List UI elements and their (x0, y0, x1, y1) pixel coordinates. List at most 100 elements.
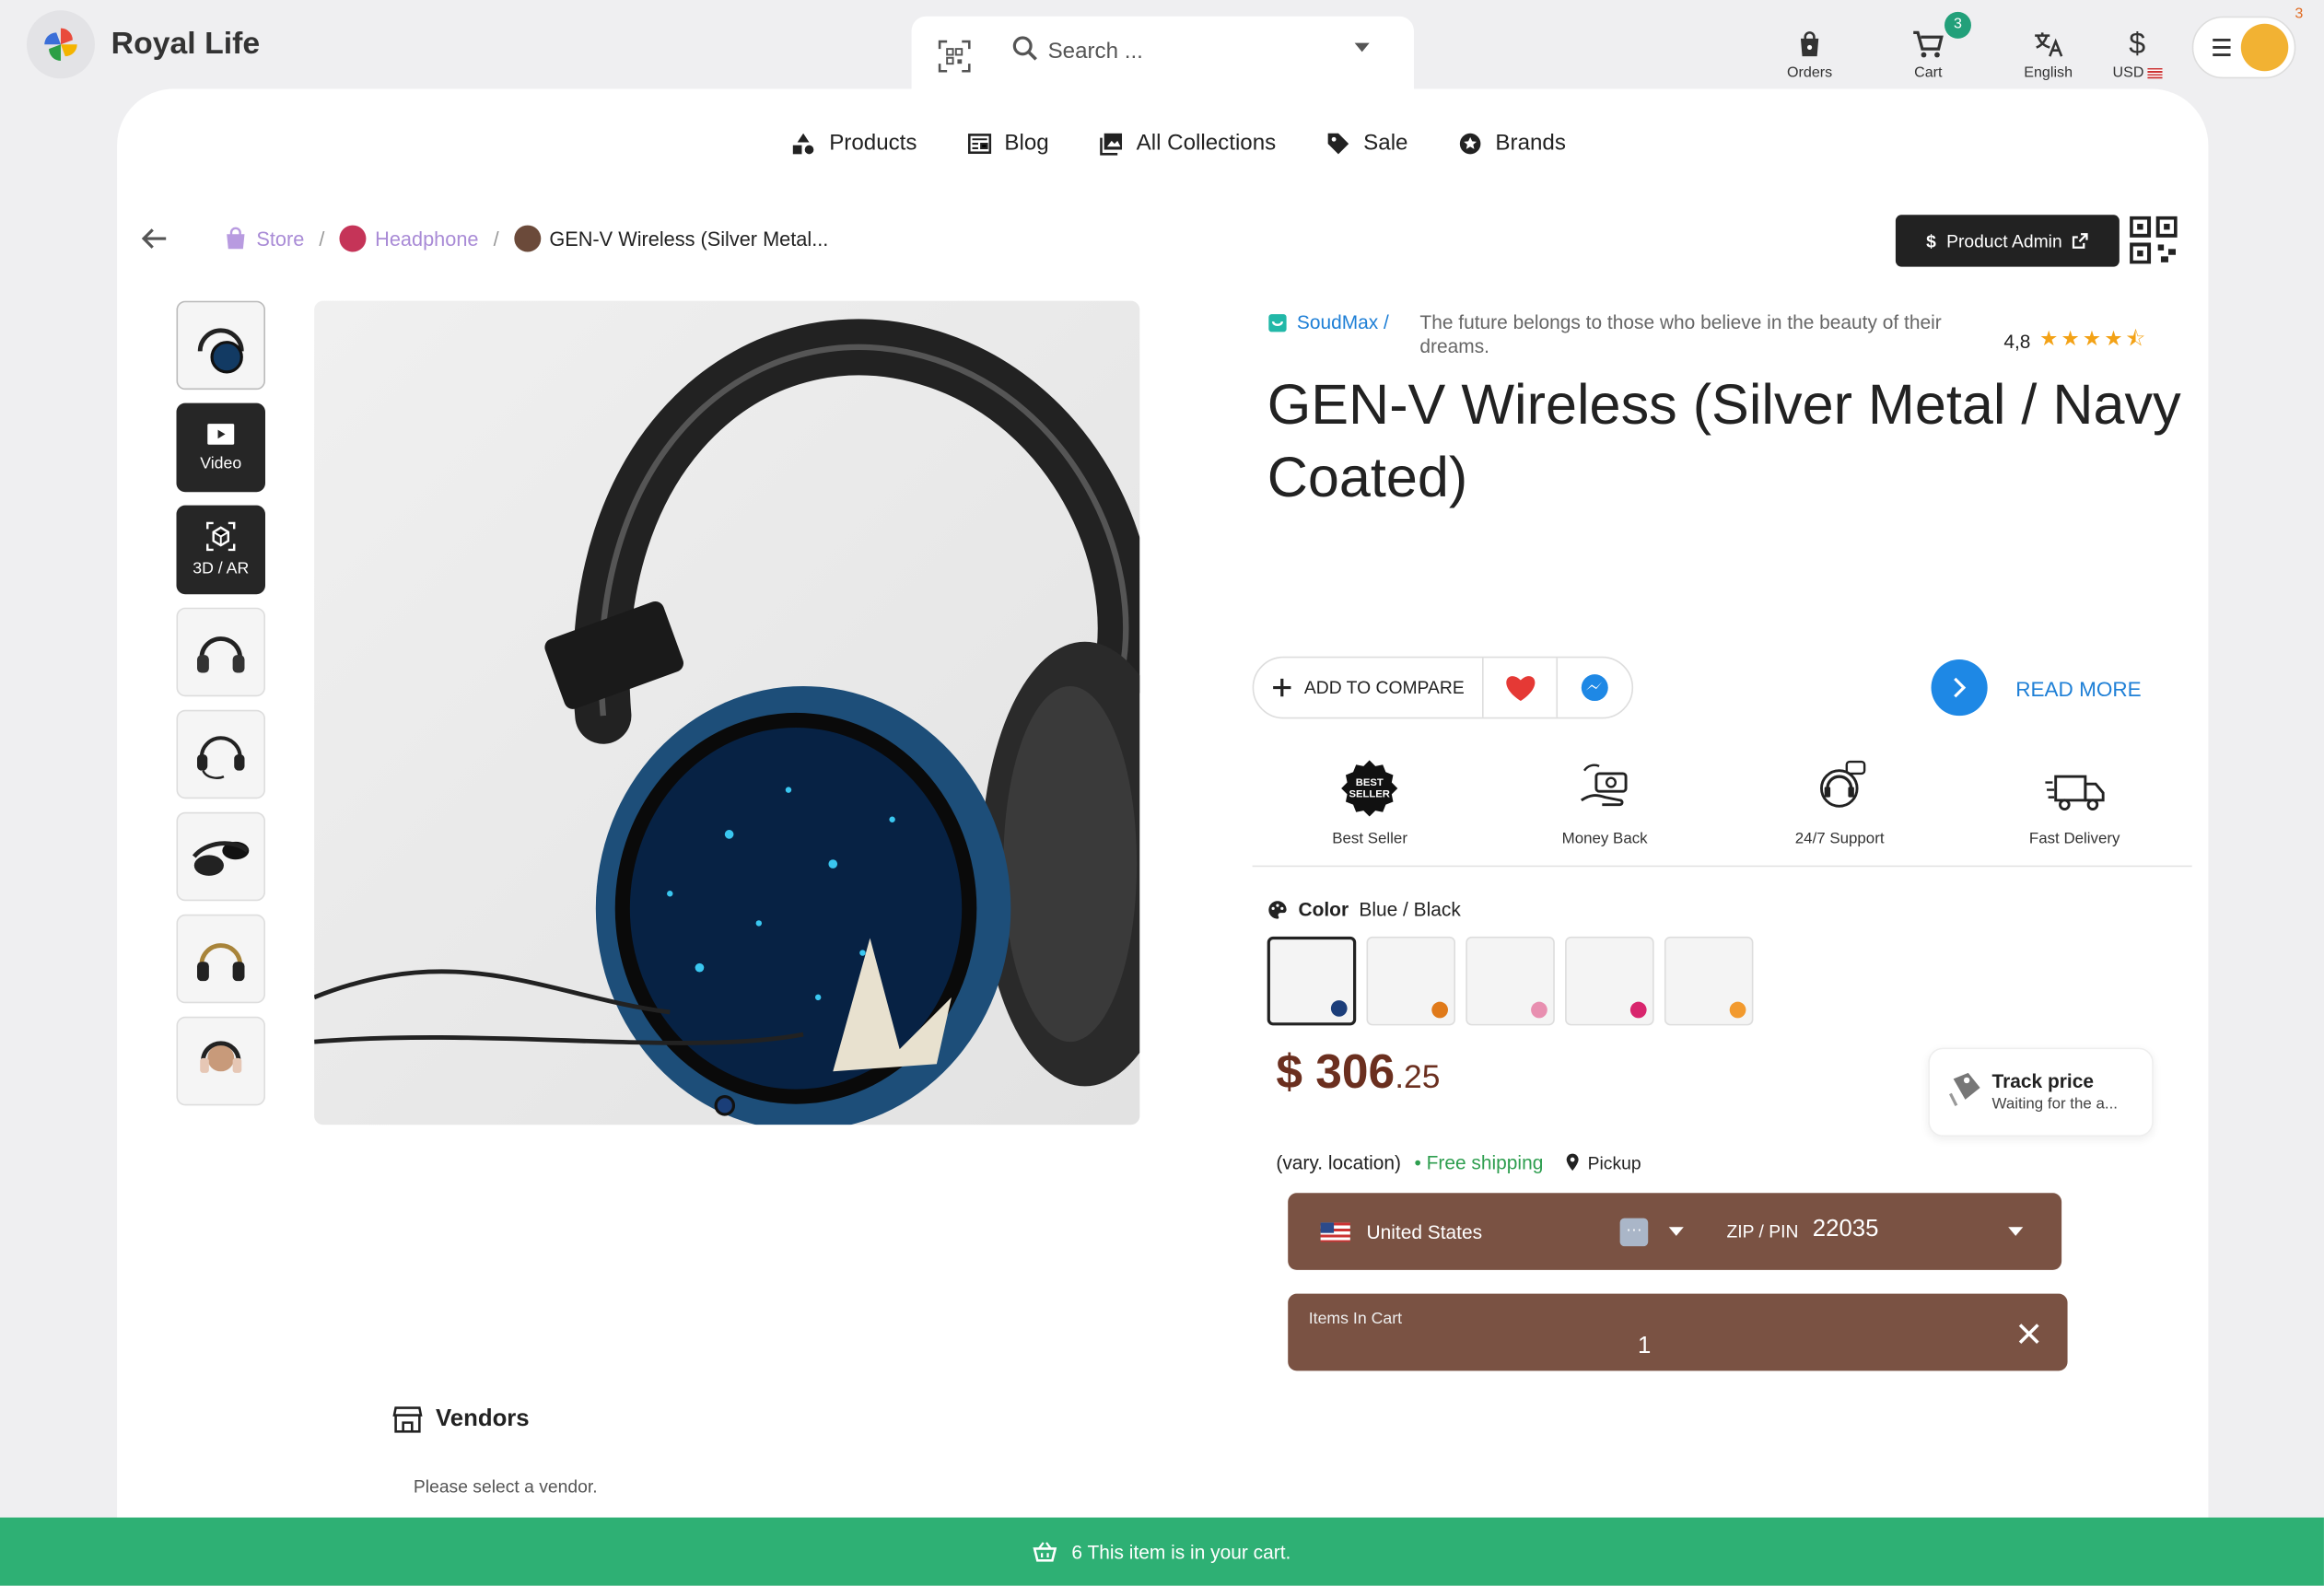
breadcrumb-category[interactable]: Headphone (339, 225, 479, 252)
product-main-image[interactable] (314, 300, 1140, 1125)
thumbnail-ar-label: 3D / AR (193, 560, 250, 578)
color-swatch[interactable] (1267, 936, 1357, 1026)
main-card: Products Blog All Collections Sale Brand… (117, 88, 2209, 1542)
vendors-title: Vendors (436, 1405, 530, 1432)
thumbnail-image[interactable] (176, 607, 266, 697)
messenger-share-button[interactable] (1558, 658, 1631, 717)
arrow-left-icon (141, 228, 167, 249)
read-more-link[interactable]: READ MORE (2015, 677, 2141, 701)
color-value: Blue / Black (1359, 898, 1461, 921)
headphone-thumbnail-icon (196, 636, 245, 673)
price-main: $ 306 (1276, 1044, 1396, 1099)
color-label: Color (1298, 898, 1349, 921)
cart-icon (1913, 30, 1944, 58)
location-pin-icon (1567, 1153, 1579, 1172)
product-rating[interactable]: 4,8 ★★★★⯪ (2003, 323, 2148, 359)
nav-blog-label: Blog (1004, 130, 1049, 156)
headphone-image (314, 319, 1140, 1125)
feature-best-seller-label: Best Seller (1332, 830, 1407, 848)
favorite-button[interactable] (1484, 658, 1559, 717)
items-in-cart-field[interactable]: Items In Cart 1 (1288, 1293, 2068, 1371)
chevron-down-icon[interactable] (2008, 1227, 2024, 1236)
state-placeholder-icon[interactable]: ··· (1619, 1218, 1649, 1247)
product-admin-button[interactable]: $ Product Admin (1895, 215, 2120, 267)
zip-input[interactable]: 22035 (1813, 1217, 1879, 1243)
cube-ar-icon (206, 521, 236, 552)
color-swatch[interactable] (1366, 936, 1456, 1026)
cart-quantity[interactable]: 1 (1638, 1334, 1651, 1360)
thumbnail-image[interactable] (176, 709, 266, 799)
thumbnail-video[interactable]: Video (176, 402, 266, 493)
brand-link[interactable]: SoudMax / (1267, 311, 1389, 333)
cart-count-badge: 3 (1944, 11, 1971, 39)
pickup-option[interactable]: Pickup (1565, 1152, 1641, 1173)
app-logo[interactable] (26, 10, 95, 79)
nav-sale[interactable]: Sale (1326, 130, 1408, 156)
pickup-label: Pickup (1587, 1151, 1641, 1173)
us-flag-icon (1320, 1222, 1350, 1242)
feature-money-back-label: Money Back (1561, 830, 1648, 848)
search-bar[interactable]: Search ... (911, 16, 1414, 91)
user-menu-button[interactable]: 3 (2191, 6, 2303, 79)
cart-banner-text: 6 This item is in your cart. (1071, 1540, 1291, 1563)
feature-money-back: Money Back (1516, 756, 1694, 866)
breadcrumb-store[interactable]: Store (224, 227, 304, 251)
thumbnail-image[interactable] (176, 300, 266, 391)
color-swatch[interactable] (1664, 936, 1754, 1026)
swatch-color-dot (1531, 1001, 1547, 1019)
nav-products[interactable]: Products (792, 131, 917, 156)
cart-notification-banner[interactable]: 6 This item is in your cart. (0, 1517, 2324, 1586)
thumbnail-image[interactable] (176, 811, 266, 902)
play-icon (207, 424, 235, 445)
dollar-s-icon: $ (1926, 230, 1936, 251)
avatar (2240, 23, 2289, 72)
image-color-dot (714, 1095, 736, 1116)
breadcrumb-current: GEN-V Wireless (Silver Metal... (513, 225, 828, 252)
chevron-down-icon[interactable] (1354, 42, 1370, 52)
nav-blog[interactable]: Blog (967, 131, 1049, 156)
bag-icon (1800, 31, 1819, 57)
chevron-down-icon[interactable] (1668, 1227, 1684, 1236)
color-swatch[interactable] (1565, 936, 1654, 1026)
price-cents: .25 (1395, 1057, 1441, 1096)
add-to-compare-button[interactable]: ADD TO COMPARE (1254, 658, 1484, 717)
vendors-section-title: Vendors (392, 1405, 530, 1433)
orders-button[interactable]: Orders (1772, 24, 1846, 81)
close-icon[interactable] (2017, 1316, 2041, 1355)
thumbnail-ar[interactable]: 3D / AR (176, 505, 266, 595)
feature-fast-delivery: Fast Delivery (1986, 756, 2164, 866)
free-shipping-label: • Free shipping (1414, 1151, 1544, 1174)
qr-code-icon[interactable] (2130, 216, 2178, 264)
chevron-right-icon (1954, 677, 1967, 698)
qr-scan-icon[interactable] (938, 40, 971, 73)
shopping-bag-icon (227, 227, 245, 250)
feature-badges: BEST SELLER Best Seller Money Back 24/7 S… (1252, 756, 2192, 868)
nav-sale-label: Sale (1363, 130, 1408, 156)
language-button[interactable]: English (2011, 24, 2085, 82)
thumbnail-image[interactable] (176, 1016, 266, 1106)
breadcrumb-category-label: Headphone (375, 227, 479, 251)
search-input[interactable]: Search ... (1048, 39, 1143, 64)
price-tag-bell-icon (1949, 1072, 1980, 1107)
read-more-arrow-button[interactable] (1931, 659, 1988, 717)
back-button[interactable] (141, 226, 168, 260)
product-price: $ 306.25 (1276, 1044, 1440, 1100)
external-link-icon (2073, 233, 2089, 249)
nav-collections[interactable]: All Collections (1099, 131, 1276, 156)
brand-name: SoudMax / (1296, 310, 1389, 334)
category-avatar-icon (339, 225, 367, 252)
country-select[interactable]: United States (1366, 1221, 1482, 1243)
cart-button[interactable]: 3 Cart (1891, 11, 1971, 81)
color-swatch[interactable] (1466, 936, 1555, 1026)
nav-brands[interactable]: Brands (1458, 131, 1566, 156)
language-label: English (2024, 64, 2073, 82)
money-back-icon (1580, 764, 1628, 807)
add-to-compare-label: ADD TO COMPARE (1303, 677, 1465, 698)
brand-logo-icon (1268, 313, 1287, 332)
color-selector-label: Color Blue / Black (1267, 898, 1461, 920)
product-admin-label: Product Admin (1946, 230, 2062, 251)
headphone-thumbnail-icon (196, 943, 245, 982)
track-price-button[interactable]: Track price Waiting for the a... (1928, 1047, 2154, 1137)
currency-button[interactable]: $ USD (2100, 24, 2174, 81)
thumbnail-image[interactable] (176, 914, 266, 1004)
